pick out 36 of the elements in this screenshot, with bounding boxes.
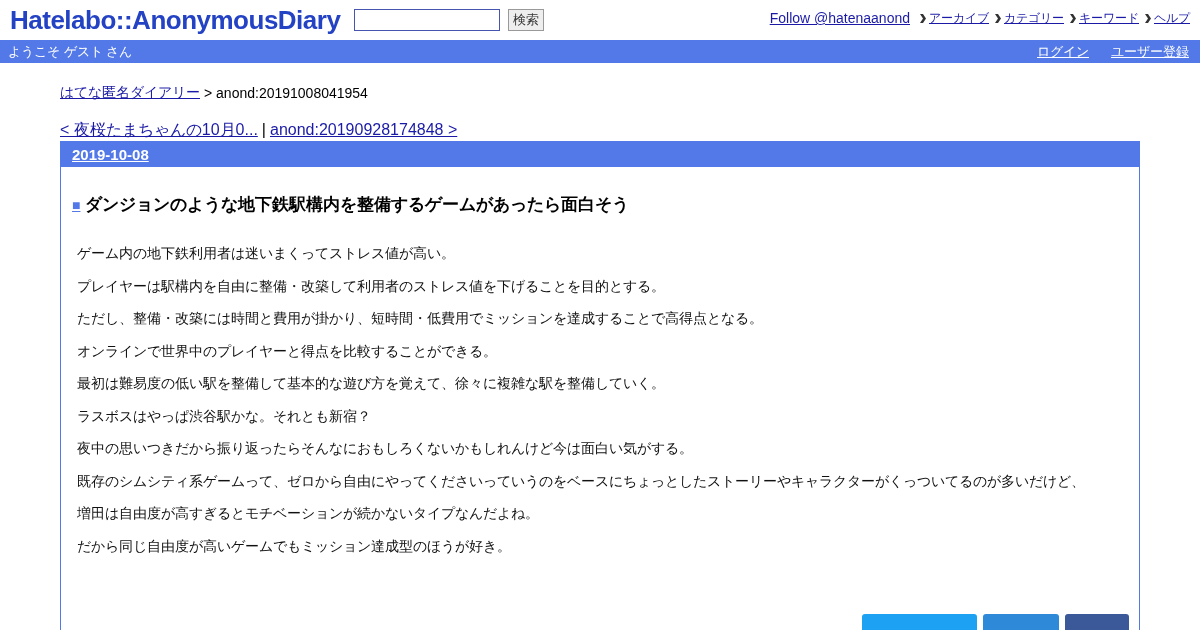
entry-paragraph: ラスボスはやっぱ渋谷駅かな。それとも新宿？ <box>77 406 372 426</box>
nav-link[interactable]: キーワード <box>1079 9 1139 27</box>
welcome-text: ようこそ ゲスト さん <box>8 42 133 61</box>
entry-paragraph: 増田は自由度が高すぎるとモチベーションが続かないタイプなんだよね。 <box>77 504 540 523</box>
date-link[interactable]: 2019-10-08 <box>72 145 149 163</box>
entry-paragraph: ただし、整備・改築には時間と費用が掛かり、短時間・低費用でミッションを達成することで高得点となる。 <box>77 309 764 328</box>
next-entry-link[interactable]: anond:20190928174848 > <box>270 121 458 139</box>
share-button[interactable] <box>983 613 1059 630</box>
entry-paragraph: オンラインで世界中のプレイヤーと得点を比較することができる。 <box>77 341 498 361</box>
chevron-icon <box>920 13 926 23</box>
search-button[interactable]: 検索 <box>508 9 545 31</box>
pager-separator: | <box>261 121 266 139</box>
chevron-icon <box>1145 13 1151 23</box>
chevron-icon <box>995 13 1001 23</box>
breadcrumb-link[interactable]: はてな匿名ダイアリー <box>60 84 200 102</box>
entry-paragraph: ゲーム内の地下鉄利用者は迷いまくってストレス値が高い。 <box>77 244 456 263</box>
breadcrumb-current: > anond:20191008041954 <box>204 85 368 101</box>
previous-entry-link[interactable]: < 夜桜たまちゃんの10月0... <box>60 119 258 141</box>
share-button[interactable] <box>1065 613 1129 630</box>
nav-link[interactable]: カテゴリー <box>1004 9 1064 27</box>
entry-paragraph: 夜中の思いつきだから振り返ったらそんなにおもしろくないかもしれんけど今は面白い気がする。 <box>77 439 694 458</box>
search-field[interactable] <box>354 9 501 31</box>
site-logo[interactable]: Hatelabo::AnonymousDiary <box>10 4 341 36</box>
account-link[interactable]: ログイン <box>1037 42 1089 61</box>
permalink-mark[interactable]: ■ <box>72 196 81 213</box>
entry-paragraph: だから同じ自由度が高いゲームでもミッション達成型のほうが好き。 <box>77 536 512 556</box>
account-link[interactable]: ユーザー登録 <box>1111 42 1189 61</box>
chevron-icon <box>1070 13 1076 23</box>
nav-link[interactable]: ヘルプ <box>1154 9 1190 27</box>
entry-title: ダンジョンのような地下鉄駅構内を整備するゲームがあったら面白そう <box>85 194 630 216</box>
entry-paragraph: プレイヤーは駅構内を自由に整備・改築して利用者のストレス値を下げることを目的とする。 <box>77 276 666 296</box>
nav-link[interactable]: アーカイブ <box>929 9 989 27</box>
share-button[interactable] <box>862 613 977 630</box>
entry-paragraph: 既存のシムシティ系ゲームって、ゼロから自由にやってくださいっていうのをベースにちょっとしたストーリーやキャラクターがくっついてるのが多いだけど、 <box>77 471 1086 491</box>
entry-paragraph: 最初は難易度の低い駅を整備して基本的な遊び方を覚えて、徐々に複雑な駅を整備していく。 <box>77 374 666 393</box>
follow-link[interactable]: Follow @hatenaanond <box>769 10 910 26</box>
